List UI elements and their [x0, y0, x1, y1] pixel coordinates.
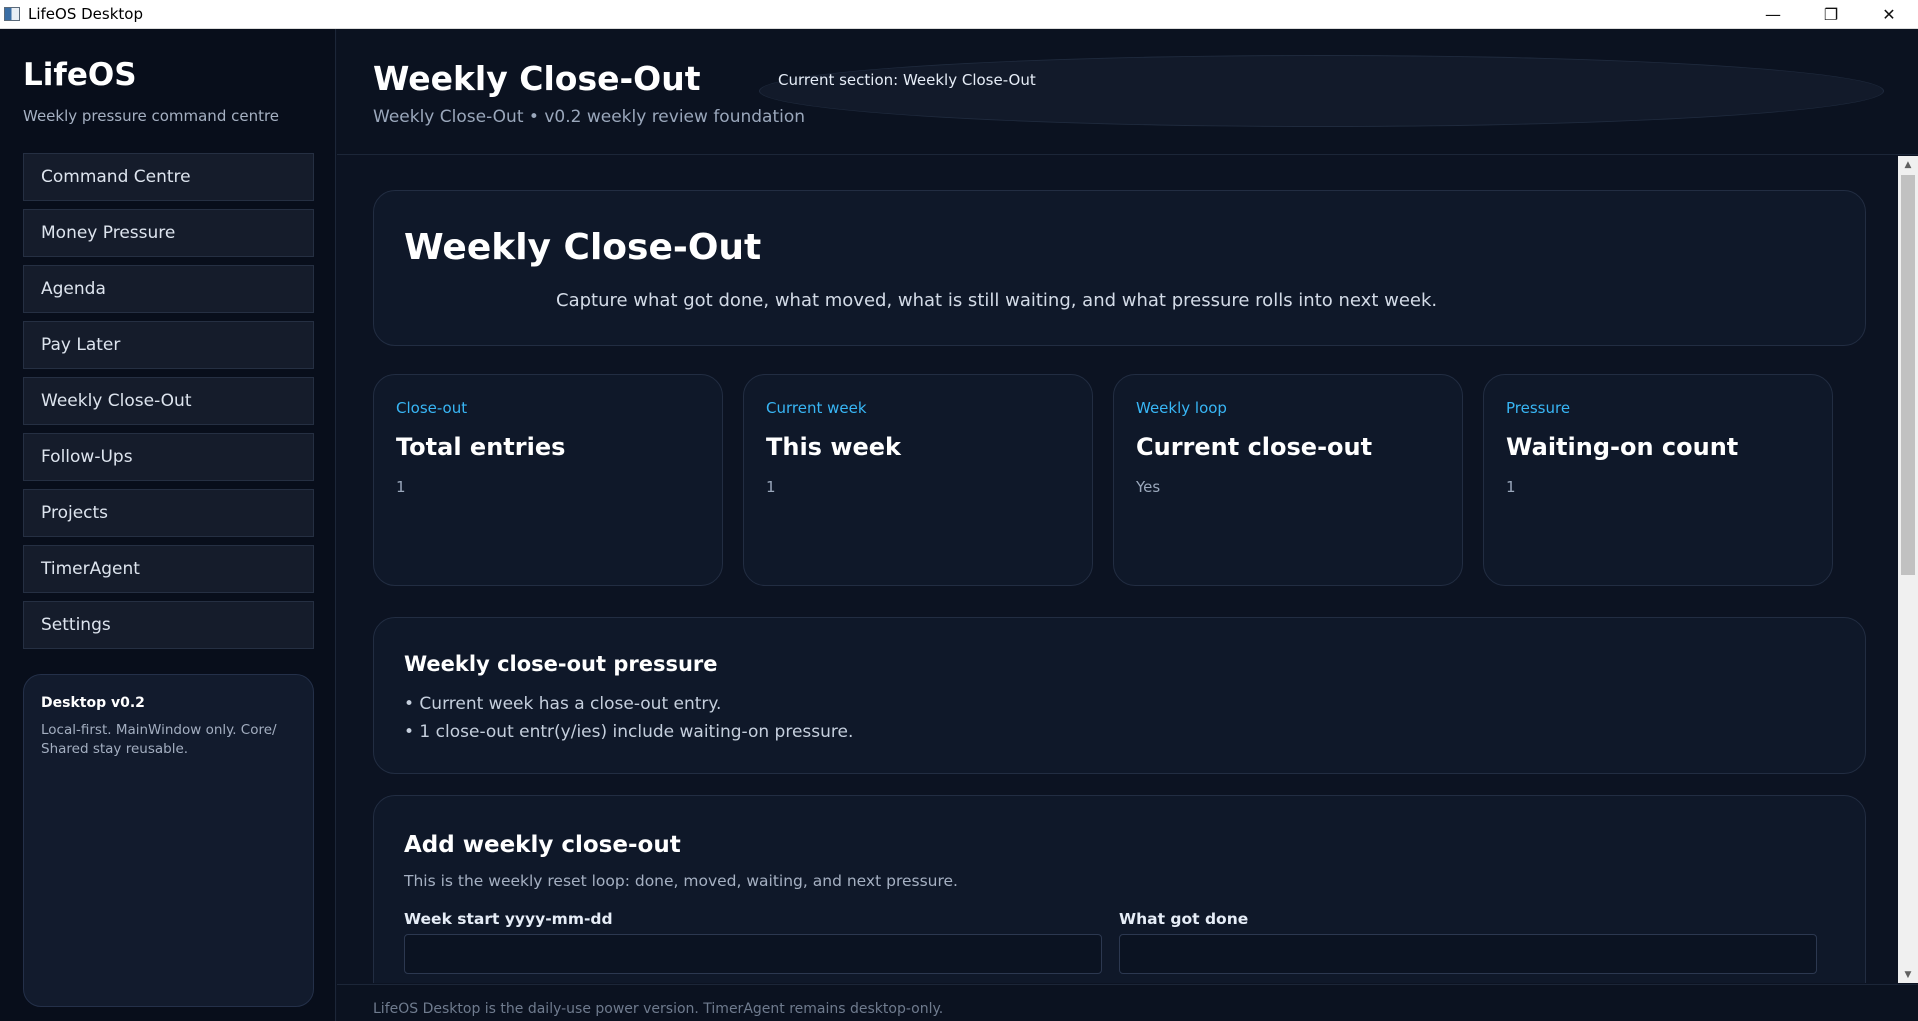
pressure-title: Weekly close-out pressure	[404, 652, 718, 676]
main-scrollbar[interactable]: ▲ ▼	[1898, 156, 1918, 983]
add-close-out-card: Add weekly close-out This is the weekly …	[373, 795, 1866, 983]
info-card-title: Desktop v0.2	[41, 695, 145, 711]
sidebar-item-command-centre[interactable]: Command Centre	[23, 153, 314, 201]
page-title: Weekly Close-Out	[373, 59, 701, 98]
desktop-info-card: Desktop v0.2 Local-first. MainWindow onl…	[23, 674, 314, 1007]
hero-description: Capture what got done, what moved, what …	[556, 290, 1438, 311]
window-controls: — ❐ ✕	[1744, 0, 1918, 29]
sidebar-item-projects[interactable]: Projects	[23, 489, 314, 537]
window-titlebar: LifeOS Desktop — ❐ ✕	[0, 0, 1918, 29]
stat-tag: Weekly loop	[1136, 399, 1227, 417]
footer-text: LifeOS Desktop is the daily-use power ve…	[373, 1001, 944, 1017]
stat-card-total-entries: Close-out Total entries 1	[373, 374, 723, 586]
add-close-out-description: This is the weekly reset loop: done, mov…	[404, 872, 958, 890]
week-start-label: Week start yyyy-mm-dd	[404, 910, 613, 928]
close-button[interactable]: ✕	[1860, 0, 1918, 29]
brand-tagline: Weekly pressure command centre	[23, 107, 280, 125]
stat-value: 1	[396, 478, 406, 496]
add-close-out-title: Add weekly close-out	[404, 832, 681, 858]
info-card-text: Local-first. MainWindow only. Core/ Shar…	[41, 722, 277, 757]
pressure-list: • Current week has a close-out entry. • …	[404, 690, 853, 746]
hero-card: Weekly Close-Out Capture what got done, …	[373, 190, 1866, 346]
stat-title: Current close-out	[1136, 433, 1373, 461]
sidebar-item-settings[interactable]: Settings	[23, 601, 314, 649]
list-item: • 1 close-out entr(y/ies) include waitin…	[404, 722, 854, 742]
sidebar-item-weekly-close-out[interactable]: Weekly Close-Out	[23, 377, 314, 425]
what-got-done-label: What got done	[1119, 910, 1249, 928]
sidebar-nav: Command Centre Money Pressure Agenda Pay…	[23, 153, 314, 657]
sidebar-item-pay-later[interactable]: Pay Later	[23, 321, 314, 369]
week-start-input[interactable]	[404, 934, 1102, 974]
stat-tag: Current week	[766, 399, 867, 417]
current-section-label: Current section: Weekly Close-Out	[778, 71, 1036, 89]
stat-value: Yes	[1136, 478, 1161, 496]
stat-tag: Pressure	[1506, 399, 1571, 417]
page-header: Weekly Close-Out Weekly Close-Out • v0.2…	[337, 29, 1918, 155]
stat-card-waiting-on-count: Pressure Waiting-on count 1	[1483, 374, 1833, 586]
sidebar: LifeOS Weekly pressure command centre Co…	[0, 29, 336, 1021]
stat-card-current-close-out: Weekly loop Current close-out Yes	[1113, 374, 1463, 586]
stat-title: This week	[766, 433, 902, 461]
status-footer: LifeOS Desktop is the daily-use power ve…	[337, 984, 1918, 1021]
sidebar-item-agenda[interactable]: Agenda	[23, 265, 314, 313]
current-section-indicator: Current section: Weekly Close-Out	[759, 55, 1884, 127]
stat-title: Total entries	[396, 433, 566, 461]
stat-value: 1	[1506, 478, 1516, 496]
sidebar-item-money-pressure[interactable]: Money Pressure	[23, 209, 314, 257]
scroll-down-icon[interactable]: ▼	[1898, 966, 1918, 983]
brand-title: LifeOS	[23, 57, 137, 93]
hero-title: Weekly Close-Out	[404, 227, 762, 268]
stat-card-this-week: Current week This week 1	[743, 374, 1093, 586]
restore-button[interactable]: ❐	[1802, 0, 1860, 29]
sidebar-item-timeragent[interactable]: TimerAgent	[23, 545, 314, 593]
main-content: Weekly Close-Out Capture what got done, …	[337, 156, 1898, 983]
stat-tag: Close-out	[396, 399, 468, 417]
scroll-thumb[interactable]	[1901, 175, 1915, 575]
stat-title: Waiting-on count	[1506, 433, 1739, 461]
app-icon	[4, 7, 20, 21]
what-got-done-input[interactable]	[1119, 934, 1817, 974]
window-title: LifeOS Desktop	[28, 5, 143, 23]
scroll-up-icon[interactable]: ▲	[1898, 156, 1918, 173]
stat-value: 1	[766, 478, 776, 496]
pressure-card: Weekly close-out pressure • Current week…	[373, 617, 1866, 774]
page-subtitle: Weekly Close-Out • v0.2 weekly review fo…	[373, 107, 806, 127]
minimize-button[interactable]: —	[1744, 0, 1802, 29]
sidebar-item-follow-ups[interactable]: Follow-Ups	[23, 433, 314, 481]
list-item: • Current week has a close-out entry.	[404, 694, 722, 714]
